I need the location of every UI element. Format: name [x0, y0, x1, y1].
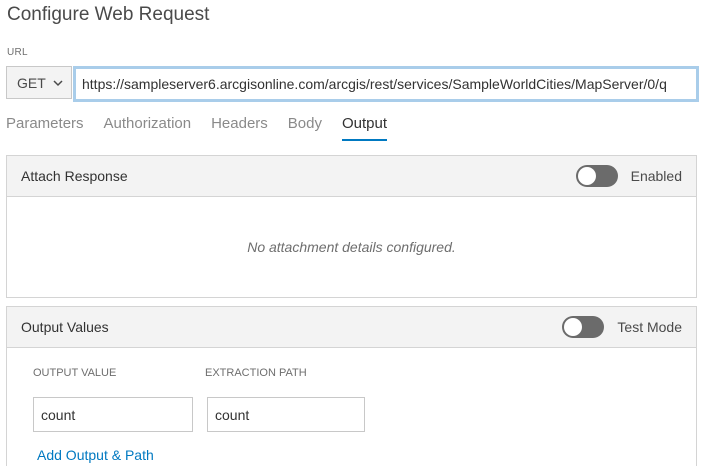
method-value: GET [17, 74, 46, 91]
output-values-header: Output Values Test Mode [7, 307, 696, 348]
enabled-toggle[interactable] [575, 165, 618, 187]
output-value-input[interactable] [33, 397, 193, 432]
test-mode-toggle[interactable] [562, 316, 605, 338]
chevron-down-icon [53, 80, 63, 87]
tab-body[interactable]: Body [288, 115, 322, 141]
attach-response-title: Attach Response [21, 168, 128, 184]
test-mode-toggle-label: Test Mode [617, 319, 682, 335]
toggle-knob [577, 167, 596, 185]
url-input[interactable] [73, 66, 699, 102]
tab-authorization[interactable]: Authorization [104, 115, 192, 141]
tab-bar: Parameters Authorization Headers Body Ou… [6, 115, 407, 141]
tab-parameters[interactable]: Parameters [6, 115, 84, 141]
output-values-panel: Output Values Test Mode [6, 306, 697, 466]
attach-response-panel: Attach Response Enabled No attachment de… [6, 155, 697, 298]
method-select[interactable]: GET [6, 66, 72, 99]
toggle-knob [564, 318, 583, 336]
extraction-path-input[interactable] [207, 397, 365, 432]
empty-message: No attachment details configured. [247, 239, 456, 255]
output-values-title: Output Values [21, 319, 109, 335]
extraction-path-column-header: EXTRACTION PATH [205, 367, 307, 379]
tab-output[interactable]: Output [342, 115, 388, 141]
url-label: URL [7, 47, 28, 58]
enabled-toggle-label: Enabled [630, 168, 682, 184]
output-value-column-header: OUTPUT VALUE [33, 367, 117, 379]
tab-headers[interactable]: Headers [211, 115, 268, 141]
page-title: Configure Web Request [7, 4, 210, 25]
attach-response-header: Attach Response Enabled [7, 156, 696, 197]
